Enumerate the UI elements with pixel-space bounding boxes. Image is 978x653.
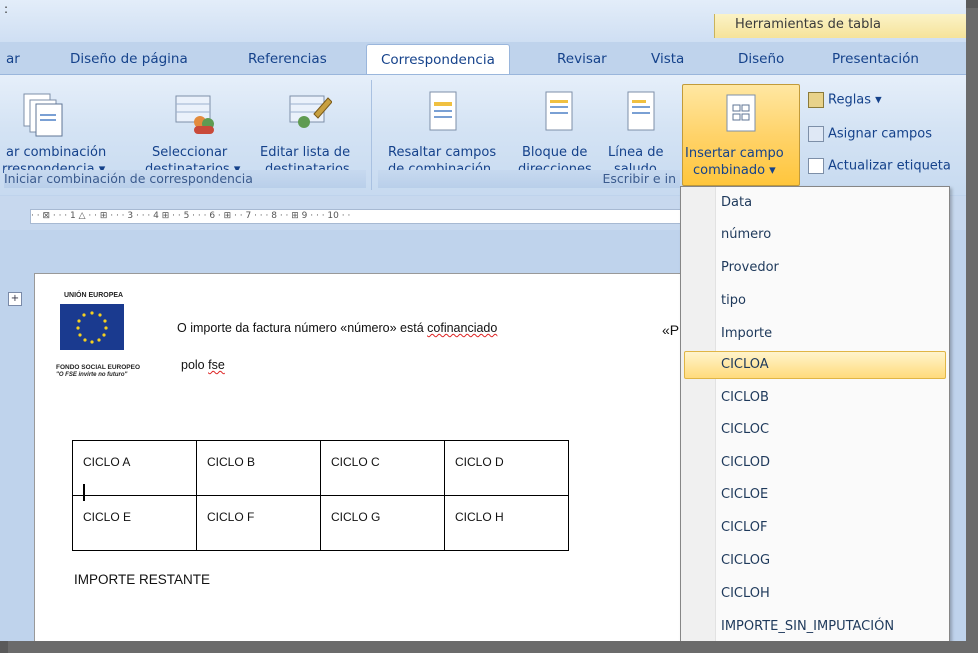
table-move-handle[interactable]: +: [8, 292, 22, 306]
tab-diseno[interactable]: Diseño: [738, 46, 784, 72]
insert-merge-field-line2: combinado ▾: [693, 163, 776, 178]
tab-revisar[interactable]: Revisar: [557, 46, 607, 72]
group-separator: [371, 80, 372, 190]
menu-item-ciclog[interactable]: CICLOG: [721, 545, 770, 577]
table-cell[interactable]: CICLO C: [320, 440, 445, 496]
table-cell[interactable]: CICLO F: [196, 495, 321, 551]
select-recipients-line1[interactable]: Seleccionar: [152, 144, 227, 161]
merge-field-partial: «P: [662, 322, 680, 338]
eu-flag-icon: [60, 304, 124, 350]
assign-fields-icon: [808, 126, 824, 142]
menu-item-data[interactable]: Data: [721, 187, 752, 219]
table-cell[interactable]: CICLO G: [320, 495, 445, 551]
table-row: CICLO A CICLO B CICLO C CICLO D: [72, 440, 569, 496]
menu-item-importe-sin-imputacion[interactable]: IMPORTE_SIN_IMPUTACIÓN: [721, 611, 894, 641]
menu-item-cicloe[interactable]: CICLOE: [721, 479, 768, 511]
window-shadow-bottom: [8, 641, 978, 653]
doc-line-2: polo fse: [181, 358, 225, 372]
merge-field-icon: [726, 94, 756, 132]
assign-fields-button[interactable]: Asignar campos: [808, 126, 932, 142]
ciclos-table[interactable]: CICLO A CICLO B CICLO C CICLO D CICLO E …: [72, 440, 569, 551]
logo-fund-name: FONDO SOCIAL EUROPEO: [56, 364, 141, 371]
menu-item-ciclob[interactable]: CICLOB: [721, 382, 769, 414]
update-labels-button[interactable]: Actualizar etiqueta: [808, 158, 951, 174]
menu-item-provedor[interactable]: Provedor: [721, 252, 779, 284]
tab-diseno-pagina[interactable]: Diseño de página: [70, 46, 188, 72]
menu-item-tipo[interactable]: tipo: [721, 285, 746, 317]
tab-correspondencia[interactable]: Correspondencia: [366, 44, 510, 75]
tab-vista[interactable]: Vista: [651, 46, 684, 72]
spelling-error-word: fse: [208, 358, 225, 372]
tab-insertar[interactable]: ar: [6, 46, 20, 72]
highlight-fields-line1[interactable]: Resaltar campos: [388, 144, 496, 161]
tab-referencias[interactable]: Referencias: [248, 46, 327, 72]
insert-merge-field-line1: Insertar campo: [685, 146, 784, 161]
start-merge-line1[interactable]: ar combinación: [6, 144, 106, 161]
address-block-icon: [545, 91, 573, 131]
start-group-label: Iniciar combinación de correspondencia: [4, 170, 366, 188]
word-window: : Herramientas de tabla ar Diseño de pág…: [0, 0, 966, 641]
menu-gutter: [681, 187, 716, 641]
menu-item-numero[interactable]: número: [721, 219, 771, 251]
table-cell[interactable]: CICLO A: [72, 440, 197, 496]
eu-logo: UNIÓN EUROPEA FONDO SOCIAL EUROPEO "O FS…: [56, 292, 176, 402]
menu-item-importe[interactable]: Importe: [721, 318, 772, 350]
text-caret: [83, 484, 85, 501]
rules-icon: [808, 92, 824, 108]
context-group-label: Herramientas de tabla: [735, 17, 881, 32]
edit-recipients-line1[interactable]: Editar lista de: [260, 144, 350, 161]
menu-item-cicloc[interactable]: CICLOC: [721, 414, 769, 446]
logo-slogan: "O FSE invirte no futuro": [56, 372, 128, 378]
context-tab-group: Herramientas de tabla: [714, 14, 966, 38]
logo-title: UNIÓN EUROPEA: [64, 292, 124, 299]
select-recipients-icon: [175, 95, 214, 134]
title-strip: : Herramientas de tabla: [0, 0, 966, 42]
address-block-line1[interactable]: Bloque de: [522, 144, 587, 161]
horizontal-ruler[interactable]: · · ⊠ · · · 1 △ · · ⊞ · · · 3 · · · 4 ⊞ …: [30, 209, 682, 224]
window-shadow-right: [966, 8, 978, 653]
menu-item-cicloa[interactable]: CICLOA: [721, 349, 769, 381]
tab-presentacion[interactable]: Presentación: [832, 46, 919, 72]
title-char: :: [4, 2, 9, 16]
rules-button[interactable]: Reglas ▾: [808, 92, 882, 108]
doc-line-1: O importe da factura número «número» est…: [177, 321, 498, 335]
merge-field-dropdown: Data número Provedor tipo Importe CICLOA…: [680, 186, 950, 641]
greeting-line-line1[interactable]: Línea de: [608, 144, 663, 161]
start-merge-icon: [23, 93, 63, 137]
update-labels-icon: [808, 158, 824, 174]
insert-merge-field-button[interactable]: Insertar campo combinado ▾: [682, 84, 800, 186]
menu-item-ciclof[interactable]: CICLOF: [721, 512, 767, 544]
importe-restante-text: IMPORTE RESTANTE: [74, 572, 211, 587]
table-row: CICLO E CICLO F CICLO G CICLO H: [72, 495, 569, 551]
edit-recipients-icon: [289, 95, 332, 128]
highlight-fields-icon: [429, 91, 457, 131]
table-cell[interactable]: CICLO H: [444, 495, 569, 551]
table-cell[interactable]: CICLO B: [196, 440, 321, 496]
spelling-error-word: cofinanciado: [427, 321, 498, 335]
greeting-line-icon: [627, 91, 655, 131]
table-cell[interactable]: CICLO D: [444, 440, 569, 496]
menu-item-ciclod[interactable]: CICLOD: [721, 447, 770, 479]
table-cell[interactable]: CICLO E: [72, 495, 197, 551]
write-group-label: Escribir e in: [378, 170, 680, 188]
menu-item-cicloh[interactable]: CICLOH: [721, 578, 770, 610]
